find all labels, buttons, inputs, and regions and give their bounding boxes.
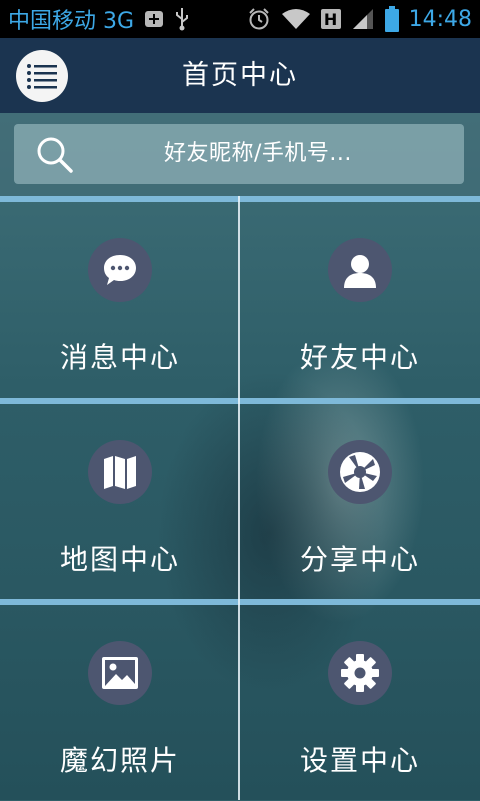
clock-time: 14:48	[408, 6, 472, 32]
page-title: 首页中心	[182, 60, 298, 91]
carrier-label: 中国移动 3G	[8, 9, 135, 34]
tile-friend-center[interactable]: 好友中心	[240, 202, 480, 398]
tile-share-center[interactable]: 分享中心	[240, 404, 480, 600]
tile-label: 设置中心	[299, 744, 420, 777]
wifi-icon	[281, 8, 311, 30]
tile-label: 好友中心	[299, 341, 420, 374]
camera-aperture-icon	[328, 440, 392, 504]
add-notification-icon	[144, 10, 164, 28]
tile-message-center[interactable]: 消息中心	[0, 202, 240, 398]
status-bar: 中国移动 3G H 14:48	[0, 0, 480, 38]
search-placeholder: 好友昵称/手机号...	[164, 141, 352, 166]
image-icon	[88, 641, 152, 705]
signal-icon	[351, 7, 375, 31]
chat-bubble-icon	[88, 238, 152, 302]
tile-label: 消息中心	[59, 341, 180, 374]
menu-button[interactable]	[16, 50, 68, 102]
alarm-icon	[247, 7, 271, 31]
tile-map-center[interactable]: 地图中心	[0, 404, 240, 600]
tile-label: 魔幻照片	[59, 744, 180, 777]
usb-icon	[174, 7, 190, 31]
map-icon	[88, 440, 152, 504]
search-bar-area: 好友昵称/手机号...	[0, 113, 480, 196]
person-icon	[328, 238, 392, 302]
tile-magic-photo[interactable]: 魔幻照片	[0, 605, 240, 801]
search-input[interactable]: 好友昵称/手机号...	[14, 124, 464, 184]
tile-label: 分享中心	[299, 543, 420, 576]
home-content: 好友昵称/手机号... 消息中心 好友中心 地图中心 分享中心 魔幻照片 设置中…	[0, 113, 480, 800]
search-icon	[37, 137, 73, 173]
tile-label: 地图中心	[59, 543, 180, 576]
app-header: 首页中心	[0, 38, 480, 113]
battery-icon	[384, 6, 399, 32]
hspa-h-icon: H	[320, 9, 341, 29]
list-menu-icon	[27, 64, 57, 89]
gear-icon	[328, 641, 392, 705]
tile-settings-center[interactable]: 设置中心	[240, 605, 480, 801]
